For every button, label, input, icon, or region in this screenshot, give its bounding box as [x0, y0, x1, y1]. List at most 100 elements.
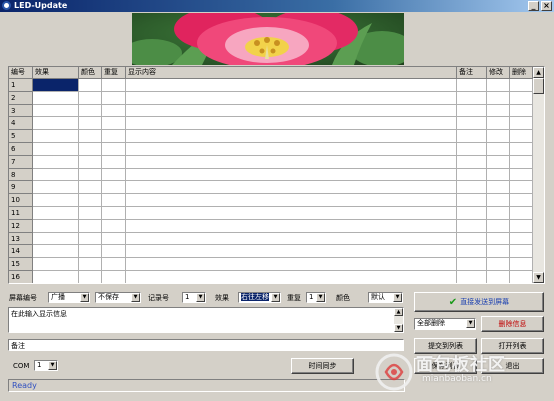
table-row[interactable]: 14 [9, 245, 533, 259]
table-cell[interactable] [510, 258, 533, 271]
table-cell[interactable] [126, 232, 457, 246]
table-cell[interactable] [126, 270, 457, 283]
table-cell[interactable] [487, 219, 510, 233]
table-cell[interactable] [102, 270, 126, 283]
table-cell[interactable] [102, 104, 126, 118]
table-cell[interactable] [126, 194, 457, 207]
table-cell[interactable] [487, 117, 510, 131]
table-row[interactable]: 8 [9, 168, 533, 182]
table-cell[interactable] [126, 104, 457, 118]
table-row[interactable]: 7 [9, 155, 533, 169]
table-cell[interactable] [457, 219, 487, 233]
table-cell[interactable] [102, 168, 126, 182]
minimize-button[interactable]: _ [528, 1, 539, 11]
effect-select[interactable]: 右往左移 ▼ [238, 292, 281, 303]
col-header-delete[interactable]: 删除 [510, 67, 533, 79]
table-cell[interactable] [126, 245, 457, 259]
remark-input[interactable]: 备注 [8, 339, 404, 351]
table-cell[interactable] [487, 91, 510, 105]
content-input[interactable]: 在此输入显示信息 ▲ ▼ [8, 307, 404, 333]
table-cell[interactable] [457, 245, 487, 259]
table-cell[interactable] [79, 130, 102, 143]
table-cell[interactable] [126, 168, 457, 182]
close-button[interactable]: × [541, 1, 552, 11]
table-row[interactable]: 2 [9, 91, 533, 105]
table-cell[interactable] [487, 270, 510, 283]
table-cell[interactable] [510, 91, 533, 105]
table-cell[interactable] [510, 104, 533, 118]
delete-info-button[interactable]: 删除信息 [481, 316, 544, 332]
table-cell[interactable] [510, 79, 533, 92]
save-list-button[interactable]: 保存列表 [414, 358, 477, 374]
table-cell[interactable] [79, 168, 102, 182]
table-cell[interactable] [510, 206, 533, 220]
table-cell[interactable] [79, 245, 102, 259]
col-header-remark[interactable]: 备注 [457, 67, 487, 79]
table-row[interactable]: 11 [9, 206, 533, 220]
table-cell[interactable] [487, 245, 510, 259]
table-cell[interactable] [79, 258, 102, 271]
table-cell[interactable] [33, 194, 79, 207]
table-cell[interactable] [457, 270, 487, 283]
table-cell[interactable] [457, 168, 487, 182]
table-cell[interactable] [126, 117, 457, 131]
table-cell[interactable] [102, 142, 126, 156]
table-cell[interactable] [102, 194, 126, 207]
table-cell[interactable] [33, 142, 79, 156]
color-select[interactable]: 默认 ▼ [368, 292, 403, 303]
table-cell[interactable] [510, 155, 533, 169]
scroll-thumb[interactable] [533, 78, 544, 94]
table-cell[interactable] [510, 142, 533, 156]
table-cell[interactable] [79, 206, 102, 220]
table-cell[interactable] [510, 181, 533, 195]
table-cell[interactable] [79, 219, 102, 233]
table-cell[interactable] [487, 232, 510, 246]
table-cell[interactable] [33, 155, 79, 169]
table-cell[interactable] [102, 258, 126, 271]
table-row[interactable]: 16 [9, 270, 533, 283]
table-cell[interactable] [126, 79, 457, 92]
table-cell[interactable] [510, 232, 533, 246]
table-cell[interactable] [33, 104, 79, 118]
table-cell[interactable] [510, 219, 533, 233]
table-cell[interactable] [102, 117, 126, 131]
table-cell[interactable] [79, 181, 102, 195]
table-cell[interactable] [457, 130, 487, 143]
table-cell[interactable] [487, 194, 510, 207]
delete-scope-select[interactable]: 全部删除 ▼ [414, 318, 476, 330]
table-cell[interactable] [33, 232, 79, 246]
col-header-repeat[interactable]: 重复 [102, 67, 126, 79]
table-row[interactable]: 5 [9, 130, 533, 143]
table-row[interactable]: 9 [9, 181, 533, 195]
table-cell[interactable] [102, 219, 126, 233]
table-cell[interactable] [457, 232, 487, 246]
table-cell[interactable] [79, 91, 102, 105]
table-cell[interactable] [457, 117, 487, 131]
table-cell[interactable] [102, 206, 126, 220]
table-cell[interactable] [102, 245, 126, 259]
table-cell[interactable] [79, 117, 102, 131]
save-mode-select[interactable]: 不保存 ▼ [95, 292, 141, 303]
open-list-button[interactable]: 打开列表 [481, 338, 544, 354]
table-cell[interactable] [33, 245, 79, 259]
scroll-down-button[interactable]: ▼ [533, 272, 544, 283]
col-header-content[interactable]: 显示内容 [126, 67, 457, 79]
table-row[interactable]: 3 [9, 104, 533, 118]
submit-to-list-button[interactable]: 提交到列表 [414, 338, 477, 354]
col-header-number[interactable]: 编号 [9, 67, 33, 79]
table-cell[interactable] [457, 181, 487, 195]
col-header-effect[interactable]: 效果 [33, 67, 79, 79]
table-cell[interactable] [457, 206, 487, 220]
table-scrollbar[interactable]: ▲ ▼ [533, 67, 544, 283]
record-number-select[interactable]: 1 ▼ [182, 292, 206, 303]
message-table[interactable]: 编号 效果 颜色 重复 显示内容 备注 修改 删除 1 2 3 4 5 6 7 8 9 10 11 1… [8, 66, 545, 284]
table-cell[interactable] [79, 142, 102, 156]
table-cell[interactable] [487, 206, 510, 220]
table-cell[interactable] [510, 245, 533, 259]
table-cell[interactable] [79, 232, 102, 246]
table-cell[interactable] [33, 79, 79, 92]
send-to-screen-button[interactable]: ✔ 直接发送到屏幕 [414, 292, 544, 312]
table-row[interactable]: 1 [9, 79, 533, 92]
table-cell[interactable] [33, 117, 79, 131]
content-scroll-down[interactable]: ▼ [394, 324, 403, 332]
